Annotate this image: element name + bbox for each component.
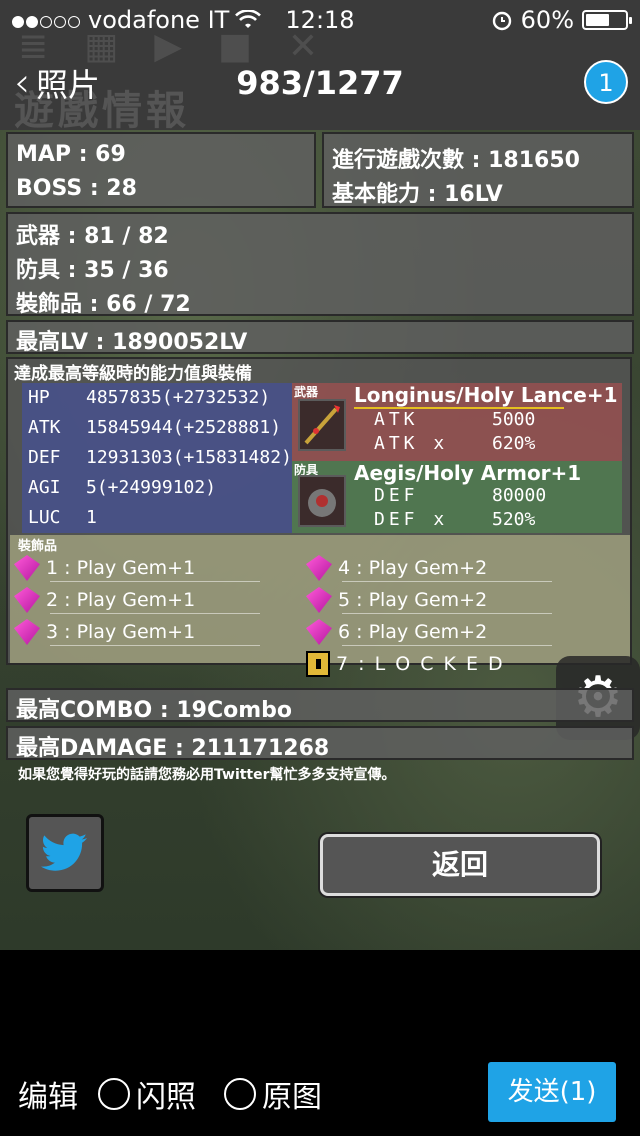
stat-row-atk: ATK 15845944(+2528881) (28, 417, 282, 438)
alarm-icon (492, 11, 511, 31)
lock-icon (306, 651, 330, 677)
gem-icon (306, 587, 332, 613)
edit-button[interactable]: 编辑 (18, 1072, 78, 1116)
twitter-icon (41, 833, 87, 871)
accessory-list: 裝飾品 1 : Play Gem+1 2 : Play Gem+1 3 : Pl… (10, 535, 630, 677)
armor-stat-1: DEF 80000 (374, 485, 547, 506)
base-ability: 基本能力 : 16LV (332, 182, 503, 207)
original-image-option[interactable]: 原图 (224, 1072, 322, 1116)
accessory-item: 5 : Play Gem+2 (306, 587, 487, 613)
divider (342, 645, 552, 646)
accessory-item-locked: 7 : L O C K E D (306, 651, 505, 677)
flash-photo-option[interactable]: 闪照 (98, 1072, 196, 1116)
max-combo-panel: 最高COMBO : 19Combo (6, 688, 634, 723)
armor-slot: 防具 Aegis/Holy Armor+1 DEF 80000 DEF x 520% (292, 461, 622, 533)
divider (342, 581, 552, 582)
gem-icon (306, 619, 332, 645)
accessory-title: 裝飾品 (18, 539, 58, 554)
armor-count: 防具 : 35 / 36 (16, 258, 169, 283)
play-icon: ▶ (154, 26, 182, 67)
send-button[interactable]: 发送(1) (488, 1062, 616, 1122)
original-label: 原图 (262, 1080, 322, 1115)
battery-percent: 60% (520, 6, 574, 34)
accessory-item: 6 : Play Gem+2 (306, 619, 487, 645)
accessory-count: 裝飾品 : 66 / 72 (16, 292, 191, 317)
max-combo: 最高COMBO : 19Combo (16, 698, 292, 723)
armor-stat-2: DEF x 520% (374, 509, 536, 530)
divider (50, 645, 260, 646)
stat-row-def: DEF 12931303(+15831482) (28, 447, 292, 468)
stats-panel: 達成最高等級時的能力值與裝備 HP 4857835(+2732532) ATK 15… (6, 357, 632, 677)
game-screenshot: MAP : 69 BOSS : 28 進行遊戲次數 : 181650 基本能力 … (0, 130, 640, 950)
stat-row-luc: LUC 1 (28, 507, 97, 528)
nav-bar: ≣ ▦ ▶ ■ ✕ 遊戲情報 ‹ 照片 983/1277 1 (0, 26, 640, 134)
armor-icon (298, 475, 346, 527)
bottom-toolbar: 编辑 闪照 原图 发送(1) (0, 1048, 640, 1136)
battery-icon (582, 10, 632, 30)
armor-name: Aegis/Holy Armor+1 (354, 461, 582, 485)
weapon-stat-2: ATK x 620% (374, 433, 536, 454)
flash-radio-icon (98, 1078, 130, 1110)
max-damage-panel: 最高DAMAGE : 211171268 (6, 726, 634, 761)
stat-row-hp: HP 4857835(+2732532) (28, 387, 271, 408)
weapon-stat-1: ATK 5000 (374, 409, 536, 430)
weapon-slot: 武器 Longinus/Holy Lance+1 ATK 5000 ATK x 62… (292, 383, 622, 461)
twitter-button[interactable] (26, 814, 104, 892)
stat-list: HP 4857835(+2732532) ATK 15845944(+2528881… (22, 383, 292, 533)
status-right: 60% (491, 6, 632, 34)
accessory-item: 1 : Play Gem+1 (14, 555, 195, 581)
boss-value: BOSS : 28 (16, 176, 137, 201)
map-boss-panel: MAP : 69 BOSS : 28 (6, 132, 316, 208)
stop-icon: ■ (217, 26, 252, 67)
share-note: 如果您覺得好玩的話請您務必用Twitter幫忙多多支持宣傳。 (18, 767, 396, 783)
accessory-item: 3 : Play Gem+1 (14, 619, 195, 645)
collection-panel: 武器 : 81 / 82 防具 : 35 / 36 裝飾品 : 66 / 72 (6, 212, 634, 317)
close-icon: ✕ (287, 26, 319, 67)
max-lv: 最高LV : 1890052LV (16, 330, 248, 355)
max-damage: 最高DAMAGE : 211171268 (16, 736, 330, 761)
return-button[interactable]: 返回 (320, 834, 600, 896)
accessory-item: 2 : Play Gem+1 (14, 587, 195, 613)
stats-title: 達成最高等級時的能力值與裝備 (14, 364, 252, 384)
gem-icon (14, 619, 40, 645)
weapon-name: Longinus/Holy Lance+1 (354, 383, 618, 407)
plays-ability-panel: 進行遊戲次數 : 181650 基本能力 : 16LV (322, 132, 634, 208)
divider (50, 613, 260, 614)
accessory-item: 4 : Play Gem+2 (306, 555, 487, 581)
play-count: 進行遊戲次數 : 181650 (332, 148, 580, 173)
weapon-tag: 武器 (294, 385, 319, 399)
original-radio-icon (224, 1078, 256, 1110)
divider (50, 581, 260, 582)
map-value: MAP : 69 (16, 142, 126, 167)
divider (342, 613, 552, 614)
weapon-count: 武器 : 81 / 82 (16, 224, 169, 249)
gem-icon (14, 587, 40, 613)
gem-icon (14, 555, 40, 581)
stat-row-agi: AGI 5(+24999102) (28, 477, 217, 498)
selection-badge[interactable]: 1 (584, 60, 628, 104)
flash-label: 闪照 (136, 1080, 196, 1115)
lance-icon (298, 399, 346, 451)
gem-icon (306, 555, 332, 581)
photo-counter: 983/1277 (236, 64, 404, 102)
max-lv-panel: 最高LV : 1890052LV (6, 320, 634, 355)
